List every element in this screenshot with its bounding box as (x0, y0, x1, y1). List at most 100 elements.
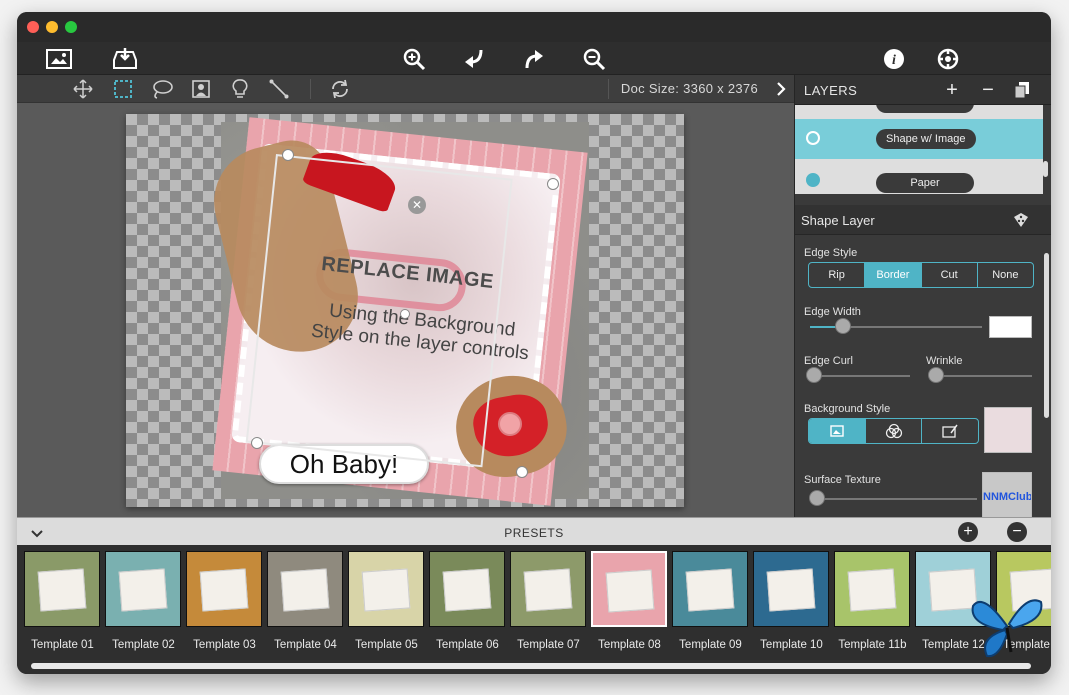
move-icon[interactable] (71, 77, 95, 101)
preset-thumbnail[interactable] (834, 551, 910, 627)
lightbulb-icon[interactable] (228, 77, 252, 101)
preset-preview (605, 569, 655, 613)
preset-thumbnail[interactable] (267, 551, 343, 627)
zoom-in-icon[interactable] (400, 45, 428, 73)
edge-width-label: Edge Width (804, 306, 861, 318)
chevron-right-icon[interactable] (769, 77, 793, 101)
preset-thumbnail[interactable] (510, 551, 586, 627)
add-layer-button[interactable]: + (941, 79, 963, 101)
layers-scrollbar[interactable] (1043, 161, 1048, 177)
main-toolbar: i (17, 42, 1051, 75)
rotate-icon[interactable] (328, 77, 352, 101)
preset-label: Template 04 (274, 639, 337, 651)
layer-radio[interactable] (806, 173, 820, 187)
redo-icon[interactable] (520, 45, 548, 73)
edge-style-none[interactable]: None (978, 263, 1033, 287)
shape-layer-properties: Edge Style Rip Border Cut None Edge Widt… (795, 235, 1043, 520)
zoom-out-icon[interactable] (580, 45, 608, 73)
save-icon[interactable] (111, 45, 139, 73)
shape-layer-header: Shape Layer (795, 205, 1051, 235)
resize-handle[interactable] (547, 178, 559, 190)
preset-label: Template 09 (679, 639, 742, 651)
edge-style-border[interactable]: Border (865, 263, 922, 287)
surface-texture-slider[interactable] (810, 498, 977, 500)
svg-text:i: i (892, 53, 896, 68)
preset-preview (523, 568, 573, 612)
title-bar (17, 12, 1051, 42)
surface-texture-thumbnail[interactable]: NNMClub (982, 472, 1032, 520)
lasso-icon[interactable] (150, 77, 174, 101)
preset-label: Template 01 (31, 639, 94, 651)
preset-thumbnail[interactable] (753, 551, 829, 627)
preset-label: Template 10 (760, 639, 823, 651)
close-icon[interactable]: ✕ (408, 196, 426, 214)
preset-thumbnail[interactable] (591, 551, 667, 627)
edge-width-knob[interactable] (835, 318, 851, 334)
edge-style-rip[interactable]: Rip (809, 263, 866, 287)
zoom-window-button[interactable] (65, 21, 77, 33)
edge-curl-slider[interactable] (810, 375, 910, 377)
layer-list: Shape w/ Image Paper (795, 105, 1043, 194)
remove-layer-button[interactable]: − (977, 79, 999, 101)
surface-texture-knob[interactable] (809, 490, 825, 506)
remove-preset-button[interactable]: − (1007, 522, 1027, 542)
preset-thumbnail[interactable] (24, 551, 100, 627)
preset-preview (442, 568, 492, 612)
edge-curl-knob[interactable] (806, 367, 822, 383)
layer-row-paper[interactable]: Paper (795, 161, 1043, 194)
preset-strip: Template 01 Template 02 Template 03 Templat… (17, 545, 1051, 674)
canvas-area: REPLACE IMAGE Using the Background Style… (17, 103, 794, 517)
edge-color-swatch[interactable] (989, 316, 1032, 338)
toolbar-divider (310, 79, 311, 99)
settings-icon[interactable] (934, 45, 962, 73)
background-thumbnail[interactable] (984, 407, 1032, 453)
preset-label: Template 07 (517, 639, 580, 651)
background-blend-icon[interactable] (866, 419, 923, 443)
properties-scrollbar[interactable] (1044, 253, 1049, 418)
layer-row[interactable] (795, 105, 1043, 119)
app-window: i Doc Size: 3360 x 2376 REPLACE IMAGE Us… (17, 12, 1051, 674)
preset-thumbnail[interactable] (186, 551, 262, 627)
surface-texture-label: Surface Texture (804, 474, 881, 486)
rotate-handle[interactable] (400, 309, 410, 319)
info-icon[interactable]: i (880, 45, 908, 73)
dice-icon[interactable] (1013, 212, 1029, 233)
presets-title: PRESETS (504, 526, 564, 540)
layer-radio[interactable] (806, 131, 820, 145)
layer-row-shape[interactable]: Shape w/ Image (795, 119, 1043, 159)
preset-thumbnail[interactable] (105, 551, 181, 627)
presets-scrollbar[interactable] (31, 663, 1031, 669)
wrinkle-slider[interactable] (932, 375, 1032, 377)
preset-thumbnail[interactable] (429, 551, 505, 627)
preset-preview (847, 568, 897, 612)
layers-title: LAYERS (804, 83, 858, 98)
image-icon[interactable] (45, 45, 73, 73)
preset-thumbnail[interactable] (348, 551, 424, 627)
document-canvas[interactable]: REPLACE IMAGE Using the Background Style… (126, 114, 684, 507)
background-image-icon[interactable] (809, 419, 866, 443)
preset-preview (37, 568, 87, 612)
selection-box (245, 154, 513, 468)
preset-preview (280, 568, 330, 612)
close-window-button[interactable] (27, 21, 39, 33)
add-preset-button[interactable]: + (958, 522, 978, 542)
duplicate-layer-icon[interactable] (1011, 79, 1033, 101)
layer-label: Shape w/ Image (876, 129, 976, 149)
wrinkle-knob[interactable] (928, 367, 944, 383)
select-rect-icon[interactable] (111, 77, 135, 101)
portrait-icon[interactable] (189, 77, 213, 101)
preset-thumbnail[interactable] (672, 551, 748, 627)
undo-icon[interactable] (460, 45, 488, 73)
presets-header: PRESETS + − (17, 517, 1051, 545)
resize-handle[interactable] (282, 149, 294, 161)
edge-style-cut[interactable]: Cut (922, 263, 978, 287)
minimize-window-button[interactable] (46, 21, 58, 33)
line-icon[interactable] (267, 77, 291, 101)
edge-style-segmented: Rip Border Cut None (808, 262, 1034, 288)
background-paint-icon[interactable] (922, 419, 978, 443)
resize-handle[interactable] (251, 437, 263, 449)
preset-label: Template 08 (598, 639, 661, 651)
resize-handle[interactable] (516, 466, 528, 478)
tool-bar: Doc Size: 3360 x 2376 (17, 75, 794, 103)
background-style-label: Background Style (804, 403, 891, 415)
